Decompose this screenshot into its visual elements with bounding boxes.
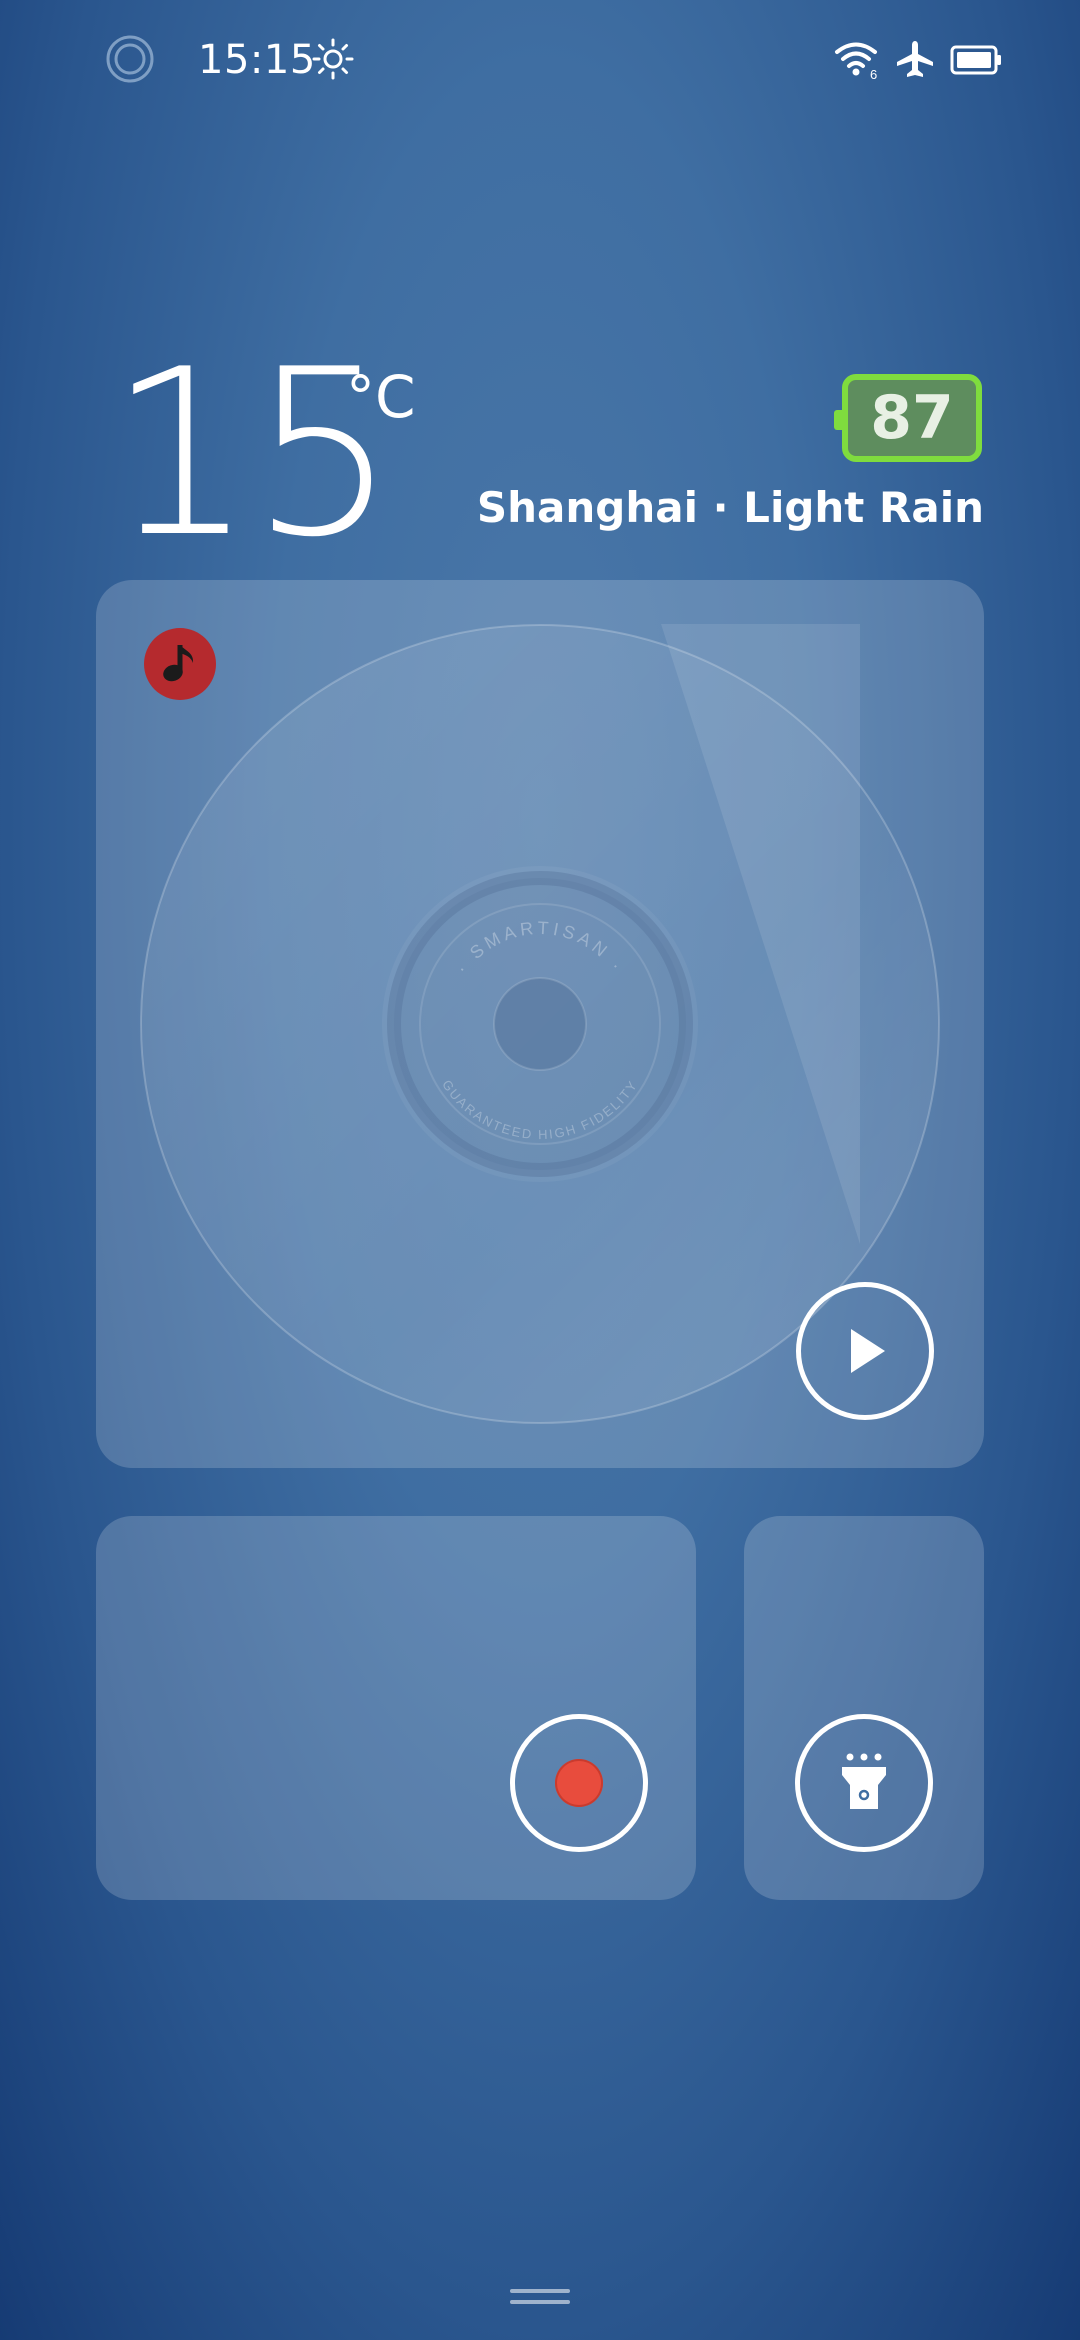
record-icon — [555, 1759, 603, 1807]
airplane-icon — [897, 41, 933, 77]
sun-icon — [312, 38, 354, 80]
record-button[interactable] — [510, 1714, 648, 1852]
flashlight-widget[interactable] — [744, 1516, 984, 1900]
wifi-badge: 6 — [870, 67, 877, 80]
status-bar: 15:15 6 — [0, 0, 1080, 120]
aqi-badge[interactable]: 87 — [834, 374, 982, 462]
aqi-value: 87 — [870, 383, 954, 453]
battery-icon — [950, 45, 1001, 75]
ring-icon — [106, 35, 154, 83]
play-button[interactable] — [796, 1282, 934, 1420]
weather-location[interactable]: Shanghai · Light Rain — [477, 480, 984, 536]
home-gesture-handle[interactable] — [510, 2286, 570, 2308]
music-note-icon[interactable] — [144, 628, 216, 700]
music-widget[interactable]: · SMARTISAN · GUARANTEED HIGH FIDELITY — [96, 580, 984, 1468]
flashlight-button[interactable] — [795, 1714, 933, 1852]
recorder-widget[interactable] — [96, 1516, 696, 1900]
temperature-unit: °C — [346, 363, 416, 431]
status-time: 15:15 — [198, 37, 316, 83]
flashlight-icon — [842, 1753, 886, 1809]
wifi-icon: 6 — [835, 42, 877, 80]
play-icon — [851, 1329, 885, 1373]
